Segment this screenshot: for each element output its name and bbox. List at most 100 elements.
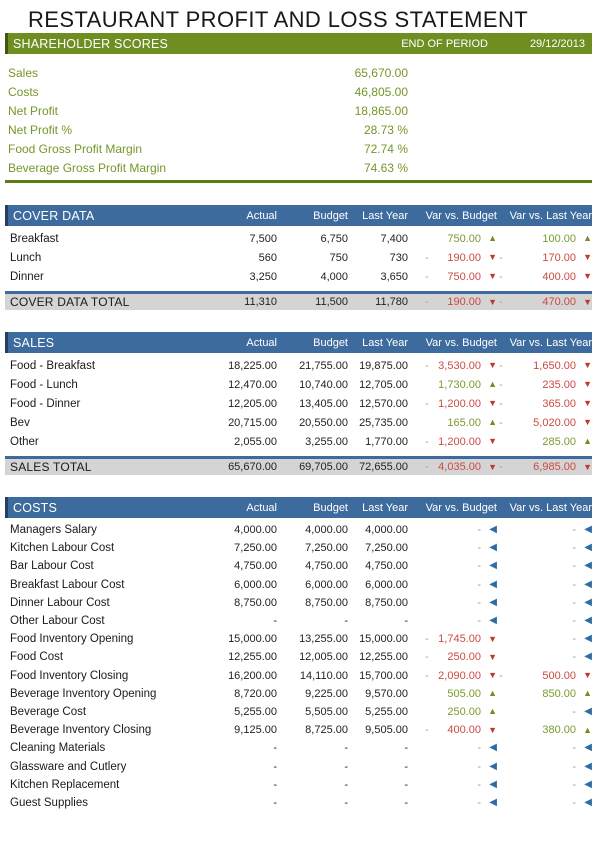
row-label: Glassware and Cutlery [8,761,202,773]
var-vs-budget-cell: - ◀ [408,542,497,554]
last-year-value: 730 [348,252,408,264]
var-value: 170.00 [506,252,576,264]
table-row[interactable]: Dinner Labour Cost 8,750.00 8,750.00 8,7… [5,594,592,612]
last-year-value: 72,655.00 [348,461,408,473]
score-row[interactable]: Sales 65,670.00 [0,63,600,82]
trend-icon: ◀ [581,616,592,626]
budget-value: 8,725.00 [277,724,348,736]
table-row[interactable]: Food - Lunch 12,470.00 10,740.00 12,705.… [5,375,592,394]
end-of-period-label: END OF PERIOD [378,38,488,50]
table-row[interactable]: Other Labour Cost - - - - ◀ - ◀ [5,612,592,630]
budget-value: 3,255.00 [277,436,348,448]
minus-sign: - [499,670,506,682]
score-label: Net Profit % [0,123,72,137]
minus-sign: - [499,417,506,429]
table-row[interactable]: Cleaning Materials - - - - ◀ - ◀ [5,739,592,757]
trend-icon: ◀ [581,561,592,571]
row-label: Beverage Inventory Closing [8,724,202,736]
table-row[interactable]: Guest Supplies - - - - ◀ - ◀ [5,794,592,812]
var-vs-budget-cell: - ◀ [408,579,497,591]
row-label: Kitchen Replacement [8,779,202,791]
table-row[interactable]: Dinner 3,250 4,000 3,650 - 750.00 ▼ - 40… [5,267,592,286]
table-row[interactable]: Bev 20,715.00 20,550.00 25,735.00 165.00… [5,413,592,432]
section-title: COSTS [8,501,202,515]
table-row[interactable]: Beverage Inventory Closing 9,125.00 8,72… [5,721,592,739]
var-value: 470.00 [506,296,576,308]
trend-icon: ◀ [486,762,497,772]
table-row[interactable]: Food Cost 12,255.00 12,005.00 12,255.00 … [5,648,592,666]
actual-value: 4,750.00 [202,560,277,572]
cover-data-total-row[interactable]: COVER DATA TOTAL 11,310 11,500 11,780 - … [5,291,592,310]
table-row[interactable]: Beverage Inventory Opening 8,720.00 9,22… [5,685,592,703]
trend-icon: ▼ [486,253,497,262]
table-row[interactable]: Bar Labour Cost 4,750.00 4,750.00 4,750.… [5,557,592,575]
trend-icon: ▼ [486,298,497,307]
var-value: 850.00 [506,688,576,700]
end-of-period-value[interactable]: 29/12/2013 [488,38,592,50]
last-year-value: - [348,779,408,791]
table-row[interactable]: Managers Salary 4,000.00 4,000.00 4,000.… [5,521,592,539]
budget-value: 11,500 [277,296,348,308]
row-label: Dinner Labour Cost [8,597,202,609]
table-row[interactable]: Food - Dinner 12,205.00 13,405.00 12,570… [5,394,592,413]
budget-value: 14,110.00 [277,670,348,682]
trend-icon: ▼ [581,380,592,389]
var-vs-budget-cell: 250.00 ▲ [408,706,497,718]
row-label: Beverage Inventory Opening [8,688,202,700]
column-header-budget: Budget [277,502,348,514]
row-label: SALES TOTAL [8,460,202,474]
actual-value: 7,500 [202,233,277,245]
minus-sign: - [499,379,506,391]
actual-value: 12,470.00 [202,379,277,391]
trend-icon: ◀ [486,780,497,790]
var-vs-last-year-cell: - ◀ [497,597,592,609]
trend-icon: ▼ [486,653,497,662]
table-row[interactable]: Food Inventory Closing 16,200.00 14,110.… [5,667,592,685]
table-row[interactable]: Glassware and Cutlery - - - - ◀ - ◀ [5,757,592,775]
table-row[interactable]: Food - Breakfast 18,225.00 21,755.00 19,… [5,356,592,375]
trend-icon: ◀ [581,762,592,772]
table-row[interactable]: Food Inventory Opening 15,000.00 13,255.… [5,630,592,648]
minus-sign: - [499,296,506,308]
score-row[interactable]: Beverage Gross Profit Margin 74.63 % [0,158,600,177]
column-header-last-year: Last Year [348,210,408,222]
table-header-band: SALES Actual Budget Last Year Var vs. Bu… [5,332,592,353]
var-value: - [432,742,481,754]
last-year-value: 3,650 [348,271,408,283]
score-row[interactable]: Food Gross Profit Margin 72.74 % [0,139,600,158]
budget-value: 13,255.00 [277,633,348,645]
var-vs-budget-cell: 1,730.00 ▲ [408,379,497,391]
var-vs-last-year-cell: - ◀ [497,633,592,645]
table-row[interactable]: Kitchen Replacement - - - - ◀ - ◀ [5,776,592,794]
last-year-value: - [348,797,408,809]
score-value: 74.63 % [364,161,408,175]
sales-total-row[interactable]: SALES TOTAL 65,670.00 69,705.00 72,655.0… [5,456,592,475]
minus-sign: - [425,651,432,663]
table-row[interactable]: Other 2,055.00 3,255.00 1,770.00 - 1,200… [5,432,592,451]
budget-value: 12,005.00 [277,651,348,663]
trend-icon: ▼ [581,253,592,262]
last-year-value: 12,570.00 [348,398,408,410]
score-row[interactable]: Net Profit % 28.73 % [0,120,600,139]
var-value: 250.00 [432,651,481,663]
trend-icon: ▼ [581,671,592,680]
table-row[interactable]: Kitchen Labour Cost 7,250.00 7,250.00 7,… [5,539,592,557]
var-vs-budget-cell: 165.00 ▲ [408,417,497,429]
last-year-value: 12,255.00 [348,651,408,663]
minus-sign: - [499,271,506,283]
last-year-value: 9,505.00 [348,724,408,736]
budget-value: 6,000.00 [277,579,348,591]
row-label: Food - Breakfast [8,360,202,372]
table-row[interactable]: Breakfast Labour Cost 6,000.00 6,000.00 … [5,576,592,594]
actual-value: 4,000.00 [202,524,277,536]
score-row[interactable]: Net Profit 18,865.00 [0,101,600,120]
var-vs-last-year-cell: - ◀ [497,651,592,663]
var-vs-budget-cell: 505.00 ▲ [408,688,497,700]
score-row[interactable]: Costs 46,805.00 [0,82,600,101]
table-row[interactable]: Breakfast 7,500 6,750 7,400 750.00 ▲ 100… [5,229,592,248]
var-value: - [506,742,576,754]
trend-icon: ◀ [581,743,592,753]
score-value: 65,670.00 [355,66,408,80]
table-row[interactable]: Beverage Cost 5,255.00 5,505.00 5,255.00… [5,703,592,721]
table-row[interactable]: Lunch 560 750 730 - 190.00 ▼ - 170.00 ▼ [5,248,592,267]
